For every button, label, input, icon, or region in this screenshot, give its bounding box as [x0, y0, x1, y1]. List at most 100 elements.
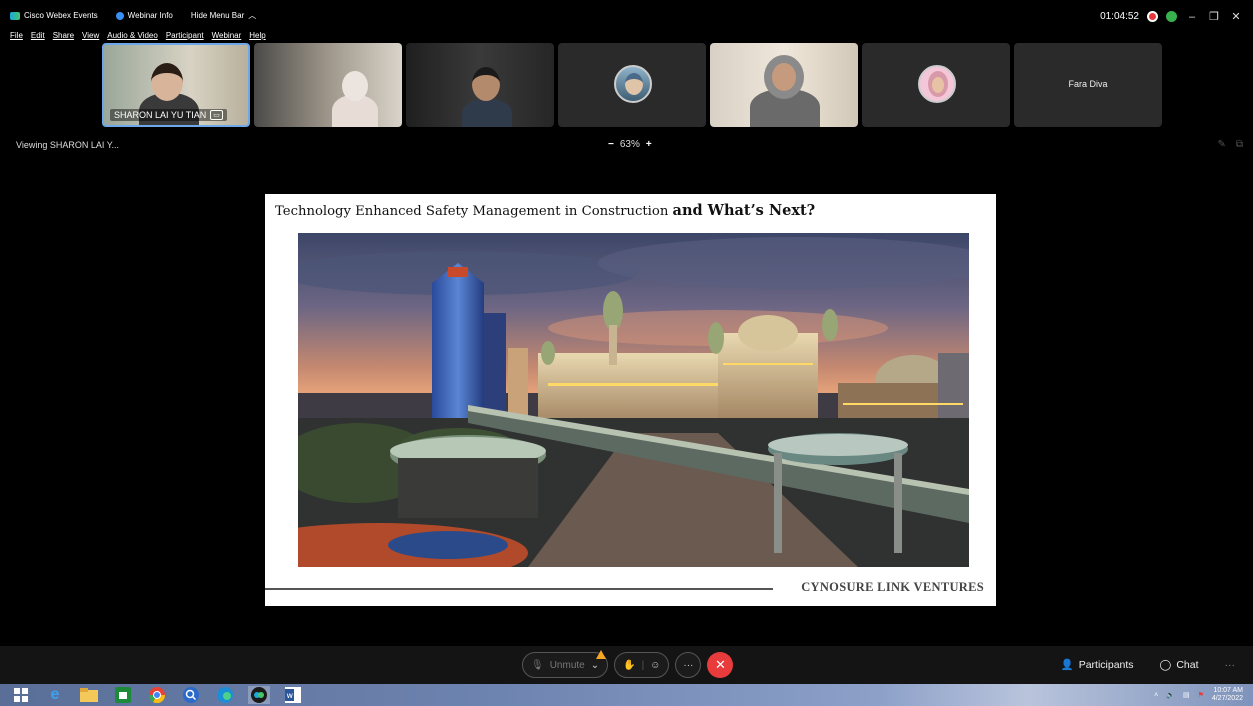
video-tile[interactable]	[710, 43, 858, 127]
webex-taskbar-icon[interactable]	[248, 686, 270, 704]
participants-icon: 👤	[1060, 659, 1074, 671]
participant-name: Fara Diva	[1068, 79, 1108, 89]
menu-bar: File Edit Share View Audio & Video Parti…	[10, 31, 266, 40]
menu-webinar[interactable]: Webinar	[212, 31, 242, 40]
slide-brand: CYNOSURE LINK VENTURES	[801, 580, 984, 594]
chat-label: Chat	[1176, 658, 1199, 671]
system-tray: ˄ 🔈 ▤ ⚑ 10:07 AM 4/27/2022	[1154, 687, 1243, 703]
zoom-control: − 63% +	[608, 139, 652, 150]
screen-share-icon: ▭	[210, 110, 223, 120]
menu-help[interactable]: Help	[249, 31, 265, 40]
close-icon: ✕	[714, 657, 726, 672]
slide-title-regular: Technology Enhanced Safety Management in…	[275, 204, 669, 219]
reaction-group: ✋ | ☺	[614, 652, 670, 678]
menu-participant[interactable]: Participant	[166, 31, 204, 40]
view-options: ✎ ⧉	[1217, 139, 1243, 150]
zoom-in-button[interactable]: +	[646, 139, 652, 150]
minimize-icon[interactable]: –	[1185, 11, 1199, 23]
video-tile[interactable]: SHARON LAI YU TIAN ▭	[102, 43, 250, 127]
title-bar-left: Cisco Webex Events Webinar Info Hide Men…	[10, 10, 256, 21]
app-name: Cisco Webex Events	[10, 11, 98, 20]
webinar-info-label: Webinar Info	[127, 11, 173, 20]
meeting-controls: 🎙 Unmute ⌄ ✋ | ☺ ··· ✕ 👤 Participants ◯ …	[0, 646, 1253, 684]
menu-audio-video[interactable]: Audio & Video	[107, 31, 158, 40]
menu-share[interactable]: Share	[53, 31, 74, 40]
avatar	[614, 65, 652, 103]
shared-slide: Technology Enhanced Safety Management in…	[265, 194, 996, 606]
chevron-up-icon: ︿	[248, 11, 257, 20]
connection-status-icon[interactable]	[1166, 11, 1177, 22]
raise-hand-icon[interactable]: ✋	[623, 660, 635, 671]
clock-date: 4/27/2022	[1211, 695, 1243, 702]
zoom-out-button[interactable]: −	[608, 139, 614, 150]
search-app-icon[interactable]	[180, 686, 202, 704]
slide-divider	[265, 588, 773, 590]
meeting-timer: 01:04:52	[1100, 11, 1139, 22]
more-panels-button[interactable]: ···	[1225, 659, 1236, 671]
network-icon[interactable]: ▤	[1183, 691, 1190, 699]
chevron-up-icon[interactable]: ˄	[1154, 692, 1158, 699]
slide-title-bold: and What’s Next?	[672, 202, 816, 219]
participants-label: Participants	[1078, 658, 1134, 671]
chat-button[interactable]: ◯ Chat	[1160, 659, 1199, 671]
cityscape-image	[298, 237, 969, 567]
restore-icon[interactable]: ❐	[1207, 10, 1221, 23]
controls-right: 👤 Participants ◯ Chat ···	[1060, 658, 1236, 672]
viewing-bar: Viewing SHARON LAI Y... − 63% + ✎ ⧉	[0, 137, 1253, 155]
video-tile[interactable]	[254, 43, 402, 127]
flag-icon[interactable]: ⚑	[1198, 691, 1204, 699]
leave-meeting-button[interactable]: ✕	[707, 652, 734, 678]
menu-view[interactable]: View	[82, 31, 99, 40]
separator: |	[641, 659, 645, 671]
recording-icon[interactable]	[1147, 11, 1158, 22]
system-clock[interactable]: 10:07 AM 4/27/2022	[1212, 687, 1243, 703]
taskbar-apps: e w	[10, 686, 304, 704]
chrome-icon[interactable]	[146, 686, 168, 704]
participant-name: SHARON LAI YU TIAN ▭	[110, 109, 227, 121]
microphone-muted-icon: 🎙	[531, 659, 544, 671]
video-tile[interactable]	[406, 43, 554, 127]
video-tile[interactable]	[862, 43, 1010, 127]
fullscreen-icon[interactable]: ⧉	[1236, 139, 1243, 150]
participants-button[interactable]: 👤 Participants	[1060, 658, 1134, 672]
edge-icon[interactable]	[214, 686, 236, 704]
more-icon: ···	[683, 659, 694, 671]
emoji-reaction-icon[interactable]: ☺	[650, 660, 660, 671]
zoom-level: 63%	[619, 139, 640, 150]
hide-menu-bar-button[interactable]: Hide Menu Bar ︿	[191, 10, 256, 21]
title-bar: Cisco Webex Events Webinar Info Hide Men…	[0, 0, 1253, 30]
more-options-button[interactable]: ···	[675, 652, 702, 678]
info-icon	[115, 11, 124, 20]
windows-taskbar: e w ˄ 🔈 ▤ ⚑ 10:07 AM 4/27/2022	[0, 684, 1253, 706]
store-icon[interactable]	[112, 686, 134, 704]
webex-logo-icon	[10, 11, 20, 20]
word-icon[interactable]: w	[282, 686, 304, 704]
avatar	[918, 65, 956, 103]
title-bar-right: 01:04:52 – ❐ ✕	[1100, 10, 1243, 24]
chat-icon: ◯	[1159, 658, 1172, 671]
start-icon[interactable]	[10, 686, 32, 704]
volume-icon[interactable]: 🔈	[1166, 691, 1175, 699]
slide-photo	[298, 233, 969, 567]
menu-edit[interactable]: Edit	[31, 31, 45, 40]
video-tile[interactable]: Fara Diva	[1014, 43, 1162, 127]
close-icon[interactable]: ✕	[1229, 10, 1243, 23]
hide-menu-label: Hide Menu Bar	[190, 11, 245, 20]
internet-explorer-icon[interactable]: e	[44, 686, 66, 704]
video-strip: SHARON LAI YU TIAN ▭ Fara Diva	[102, 43, 1162, 127]
annotate-icon[interactable]: ✎	[1217, 139, 1225, 150]
unmute-label: Unmute	[549, 659, 585, 671]
warning-icon[interactable]	[596, 650, 606, 659]
participant-name-text: SHARON LAI YU TIAN	[114, 110, 207, 120]
file-explorer-icon[interactable]	[78, 686, 100, 704]
webinar-info-button[interactable]: Webinar Info	[115, 11, 173, 20]
video-tile[interactable]	[558, 43, 706, 127]
slide-title: Technology Enhanced Safety Management in…	[275, 202, 815, 219]
svg-text:w: w	[287, 691, 294, 700]
controls-center: 🎙 Unmute ⌄ ✋ | ☺ ··· ✕	[522, 652, 734, 678]
viewing-label: Viewing SHARON LAI Y...	[16, 140, 120, 150]
app-name-label: Cisco Webex Events	[24, 11, 98, 20]
clock-time: 10:07 AM	[1213, 687, 1243, 694]
menu-file[interactable]: File	[10, 31, 23, 40]
chevron-down-icon[interactable]: ⌄	[591, 660, 599, 671]
